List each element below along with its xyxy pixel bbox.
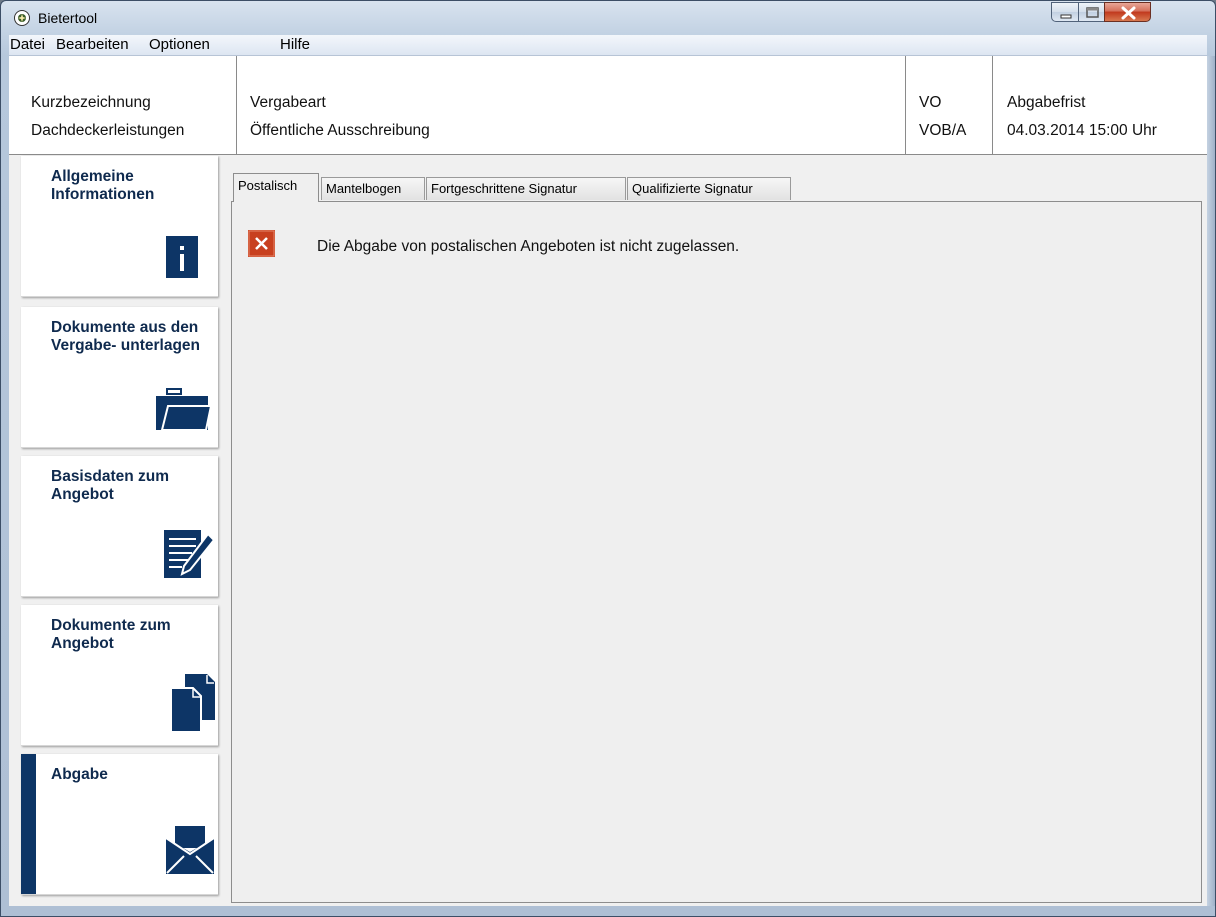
title-bar[interactable]: Bietertool	[1, 1, 1215, 35]
maximize-button[interactable]	[1078, 2, 1105, 22]
tab-mantelbogen[interactable]: Mantelbogen	[321, 177, 425, 200]
vergabeart-value: Öffentliche Ausschreibung	[250, 122, 430, 139]
sidebar-item-allgemeine-informationen[interactable]: Allgemeine Informationen	[21, 156, 218, 297]
vo-value: VOB/A	[919, 122, 967, 139]
envelope-icon	[166, 826, 215, 874]
documents-icon	[171, 674, 215, 733]
main-content: Kurzbezeichnung Dachdeckerleistungen Ver…	[9, 56, 1207, 906]
error-icon	[248, 230, 275, 257]
folder-icon	[156, 388, 211, 431]
application-window: Bietertool Datei Bearbeiten Optionen Hil…	[0, 0, 1216, 917]
info-divider	[905, 56, 906, 154]
kurzbezeichnung-value: Dachdeckerleistungen	[31, 122, 185, 139]
close-icon	[1121, 6, 1136, 20]
minimize-icon	[1060, 14, 1072, 19]
status-message: Die Abgabe von postalischen Angeboten is…	[317, 238, 740, 255]
sidebar-item-basisdaten-angebot[interactable]: Basisdaten zum Angebot	[21, 456, 218, 597]
sidebar-item-abgabe[interactable]: Abgabe	[21, 754, 218, 895]
sidebar-item-label: Allgemeine Informationen	[51, 168, 155, 203]
sidebar-item-label: Dokumente aus den Vergabe- unterlagen	[51, 319, 201, 354]
menu-bar: Datei Bearbeiten Optionen Hilfe	[9, 35, 1207, 56]
info-header: Kurzbezeichnung Dachdeckerleistungen Ver…	[9, 56, 1207, 155]
tab-qualifizierte-signatur[interactable]: Qualifizierte Signatur	[627, 177, 791, 200]
menu-datei[interactable]: Datei	[10, 36, 45, 53]
app-icon[interactable]	[14, 10, 30, 26]
active-indicator	[21, 754, 36, 894]
close-button[interactable]	[1104, 2, 1151, 22]
sidebar-item-label: Abgabe	[51, 766, 108, 783]
abgabefrist-label: Abgabefrist	[1007, 94, 1086, 111]
maximize-icon	[1086, 7, 1099, 18]
sidebar-item-dokumente-vergabeunterlagen[interactable]: Dokumente aus den Vergabe- unterlagen	[21, 307, 218, 448]
vo-label: VO	[919, 94, 942, 111]
sidebar-item-label: Dokumente zum Angebot	[51, 617, 171, 652]
menu-optionen[interactable]: Optionen	[149, 36, 210, 53]
info-divider	[992, 56, 993, 154]
window-title: Bietertool	[38, 10, 98, 26]
menu-hilfe[interactable]: Hilfe	[280, 36, 310, 53]
tab-fortgeschrittene-signatur[interactable]: Fortgeschrittene Signatur	[426, 177, 626, 200]
edit-icon	[164, 530, 214, 578]
sidebar-item-label: Basisdaten zum Angebot	[51, 468, 170, 503]
window-frame-right	[1207, 56, 1215, 906]
minimize-button[interactable]	[1051, 2, 1079, 22]
tab-panel	[231, 201, 1202, 903]
info-divider	[236, 56, 237, 154]
info-icon	[166, 236, 198, 278]
abgabefrist-value: 04.03.2014 15:00 Uhr	[1007, 122, 1157, 139]
menu-bearbeiten[interactable]: Bearbeiten	[56, 36, 129, 53]
kurzbezeichnung-label: Kurzbezeichnung	[31, 94, 151, 111]
sidebar: Allgemeine Informationen Dokumente aus d…	[9, 155, 229, 906]
vergabeart-label: Vergabeart	[250, 94, 326, 111]
sidebar-item-dokumente-angebot[interactable]: Dokumente zum Angebot	[21, 605, 218, 746]
tab-postalisch[interactable]: Postalisch	[233, 173, 319, 202]
